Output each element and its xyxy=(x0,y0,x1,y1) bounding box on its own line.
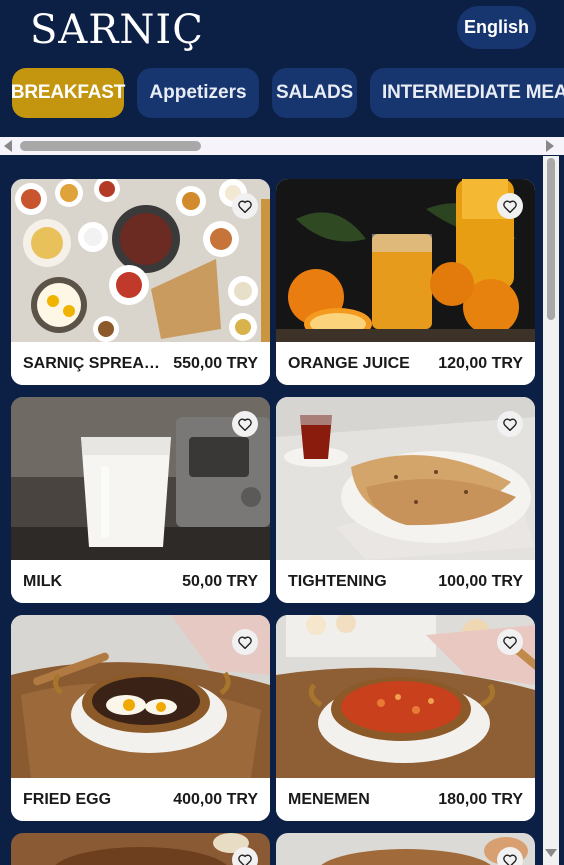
product-name: SARNIÇ SPREAD BR... xyxy=(23,354,173,372)
product-card[interactable]: ORANGE JUICE 120,00 TRY xyxy=(276,179,535,385)
product-price: 400,00 TRY xyxy=(173,790,258,808)
product-info: MENEMEN 180,00 TRY xyxy=(276,778,535,821)
product-card[interactable]: SARNIÇ SPREAD BR... 550,00 TRY xyxy=(11,179,270,385)
favorite-heart-icon[interactable] xyxy=(497,629,523,655)
top-bar: SARNIÇ English xyxy=(0,0,564,60)
product-info: MILK 50,00 TRY xyxy=(11,560,270,603)
product-name: TIGHTENING xyxy=(288,572,387,590)
favorite-heart-icon[interactable] xyxy=(232,411,258,437)
tab-breakfast[interactable]: BREAKFAST xyxy=(11,68,125,118)
tab-salads[interactable]: SALADS xyxy=(272,68,357,118)
scroll-right-icon[interactable] xyxy=(546,140,554,152)
product-price: 50,00 TRY xyxy=(182,572,258,590)
favorite-heart-icon[interactable] xyxy=(232,629,258,655)
product-info: TIGHTENING 100,00 TRY xyxy=(276,560,535,603)
product-name: ORANGE JUICE xyxy=(288,354,410,372)
scroll-left-icon[interactable] xyxy=(4,140,12,152)
tab-appetizers[interactable]: Appetizers xyxy=(137,68,259,118)
brand-logo[interactable]: SARNIÇ xyxy=(30,6,204,54)
favorite-heart-icon[interactable] xyxy=(232,193,258,219)
product-card[interactable]: FRIED EGG 400,00 TRY xyxy=(11,615,270,821)
category-tabs: BREAKFAST Appetizers SALADS INTERMEDIATE… xyxy=(0,62,564,132)
product-card[interactable]: MILK 50,00 TRY xyxy=(11,397,270,603)
scroll-down-icon[interactable] xyxy=(545,849,557,857)
product-info: ORANGE JUICE 120,00 TRY xyxy=(276,342,535,385)
vertical-scroll-thumb[interactable] xyxy=(547,158,555,320)
horizontal-scrollbar[interactable] xyxy=(0,137,564,155)
product-price: 100,00 TRY xyxy=(438,572,523,590)
product-info: FRIED EGG 400,00 TRY xyxy=(11,778,270,821)
tab-intermediate-meals[interactable]: INTERMEDIATE MEALS xyxy=(370,68,564,118)
language-button[interactable]: English xyxy=(457,6,536,49)
vertical-scrollbar[interactable] xyxy=(543,156,559,865)
horizontal-scroll-thumb[interactable] xyxy=(20,141,201,151)
favorite-heart-icon[interactable] xyxy=(497,411,523,437)
product-name: MENEMEN xyxy=(288,790,370,808)
product-info: SARNIÇ SPREAD BR... 550,00 TRY xyxy=(11,342,270,385)
product-card[interactable]: MENEMEN 180,00 TRY xyxy=(276,615,535,821)
favorite-heart-icon[interactable] xyxy=(497,193,523,219)
product-card[interactable]: TIGHTENING 100,00 TRY xyxy=(276,397,535,603)
product-card-partial[interactable] xyxy=(11,833,270,865)
product-name: MILK xyxy=(23,572,63,590)
product-card-partial[interactable] xyxy=(276,833,535,865)
product-price: 180,00 TRY xyxy=(438,790,523,808)
product-price: 550,00 TRY xyxy=(173,354,258,372)
product-name: FRIED EGG xyxy=(23,790,112,808)
product-price: 120,00 TRY xyxy=(438,354,523,372)
